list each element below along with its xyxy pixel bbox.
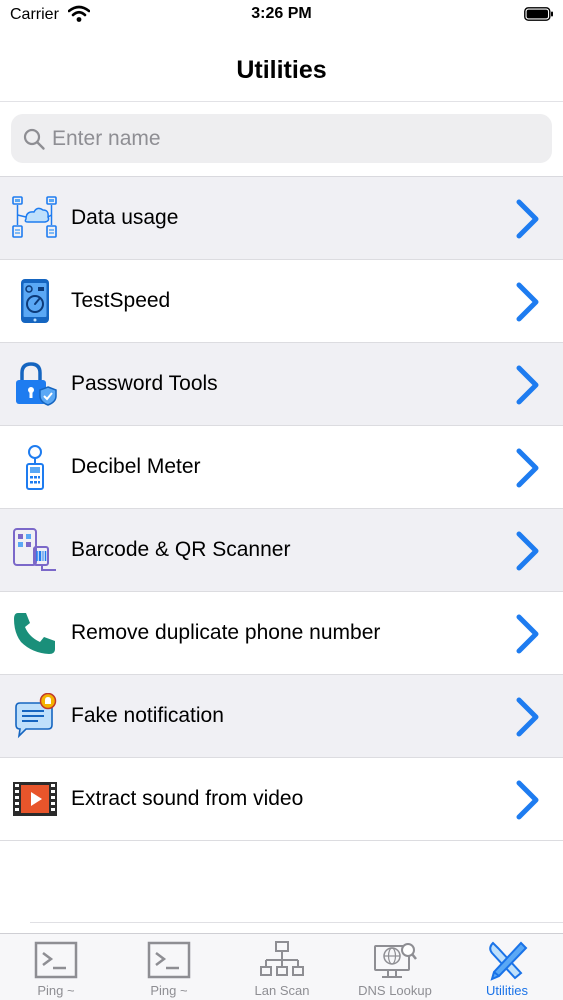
tab-utilities[interactable]: Utilities	[451, 934, 563, 1000]
list-item-label: Decibel Meter	[71, 455, 201, 478]
speedometer-phone-icon	[21, 279, 49, 323]
tab-dns-lookup[interactable]: DNS Lookup	[339, 934, 451, 1000]
tab-ping-2[interactable]: Ping ~	[113, 934, 225, 1000]
list-item-extract-sound[interactable]: Extract sound from video	[0, 758, 563, 841]
decibel-meter-icon	[26, 445, 44, 490]
padlock-icon	[16, 362, 57, 406]
list-item-decibel-meter[interactable]: Decibel Meter	[0, 426, 563, 509]
tab-lan-scan[interactable]: Lan Scan	[226, 934, 338, 1000]
barcode-scanner-icon	[13, 528, 56, 571]
chevron-right-icon	[516, 199, 539, 239]
chevron-right-icon	[516, 531, 539, 571]
tab-label: DNS Lookup	[358, 983, 432, 998]
tab-label: Lan Scan	[254, 983, 310, 998]
search-icon	[23, 128, 45, 150]
phone-icon	[14, 613, 55, 654]
tools-icon	[489, 941, 528, 981]
list-item-label: Remove duplicate phone number	[71, 621, 381, 644]
list-item-label: Barcode & QR Scanner	[71, 538, 291, 561]
tab-bar: Ping ~ Ping ~ Lan Scan DNS Lookup Utilit…	[0, 933, 563, 1000]
page-title: Utilities	[236, 56, 327, 84]
chevron-right-icon	[516, 614, 539, 654]
list-item-data-usage[interactable]: Data usage	[0, 177, 563, 260]
terminal-icon	[34, 941, 78, 979]
list-item-password-tools[interactable]: Password Tools	[0, 343, 563, 426]
list-item-label: TestSpeed	[71, 289, 171, 312]
chevron-right-icon	[516, 697, 539, 737]
search-input[interactable]	[52, 114, 542, 163]
status-bar: Carrier 3:26 PM	[0, 0, 563, 30]
list-separator	[30, 922, 563, 923]
video-play-icon	[13, 782, 57, 816]
list-item-label: Data usage	[71, 206, 179, 229]
navigation-bar: Utilities	[0, 30, 563, 102]
notification-bell-icon	[15, 693, 57, 739]
tab-label: Ping ~	[37, 983, 75, 998]
tab-ping-1[interactable]: Ping ~	[0, 934, 112, 1000]
dns-lookup-icon	[374, 943, 417, 978]
status-time: 3:26 PM	[251, 5, 312, 22]
list-item-label: Fake notification	[71, 704, 224, 727]
lan-network-icon	[260, 941, 304, 976]
list-item-fake-notification[interactable]: Fake notification	[0, 675, 563, 758]
chevron-right-icon	[516, 282, 539, 322]
list-item-barcode-qr-scanner[interactable]: Barcode & QR Scanner	[0, 509, 563, 592]
tab-label: Utilities	[486, 983, 528, 998]
network-diagram-icon	[12, 196, 57, 238]
list-item-label: Extract sound from video	[71, 787, 304, 810]
chevron-right-icon	[516, 780, 539, 820]
utilities-list: Data usage TestSpeed Password Tools Deci…	[0, 177, 563, 841]
search-area	[0, 102, 563, 177]
tab-label: Ping ~	[150, 983, 188, 998]
list-item-remove-duplicate-phone[interactable]: Remove duplicate phone number	[0, 592, 563, 675]
chevron-right-icon	[516, 448, 539, 488]
search-box[interactable]	[11, 114, 552, 163]
terminal-icon	[147, 941, 191, 979]
chevron-right-icon	[516, 365, 539, 405]
battery-icon	[524, 7, 553, 21]
list-item-testspeed[interactable]: TestSpeed	[0, 260, 563, 343]
list-item-label: Password Tools	[71, 372, 218, 395]
